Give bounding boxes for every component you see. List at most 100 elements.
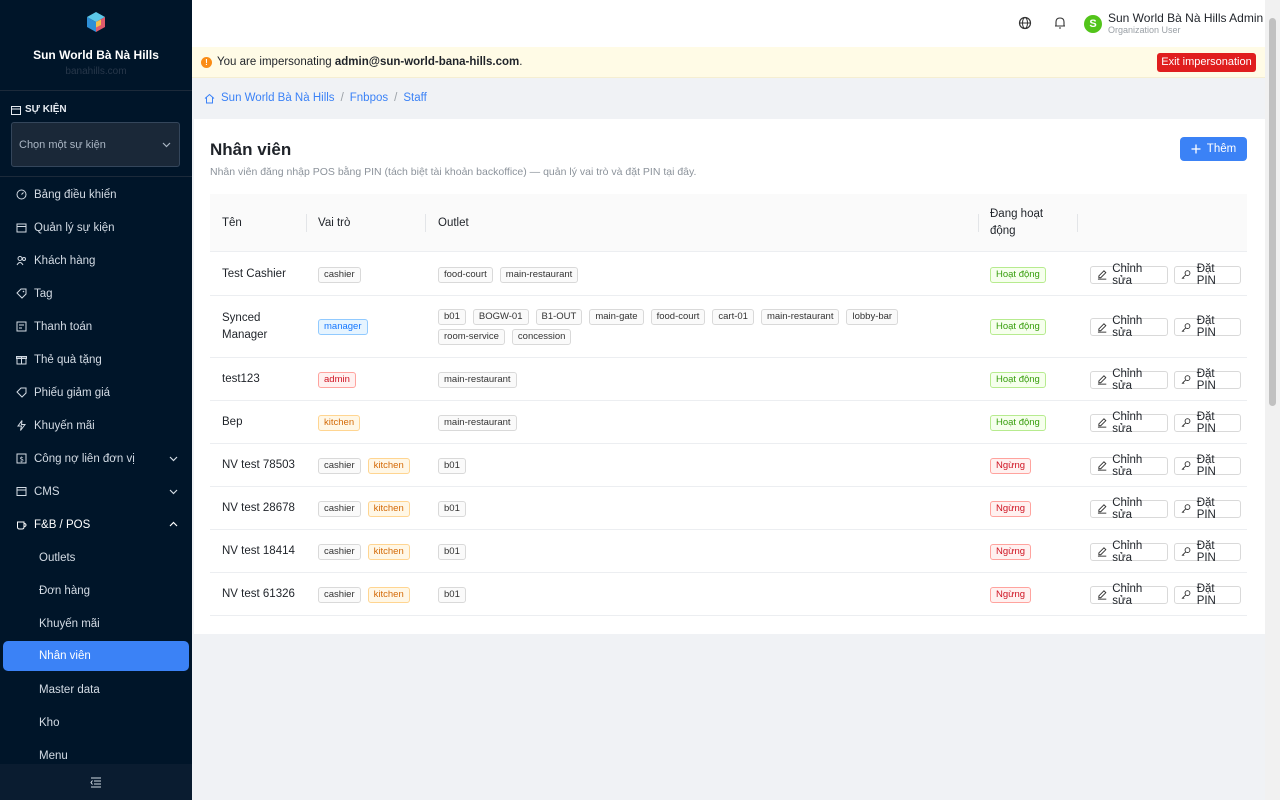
avatar[interactable]: S: [1084, 15, 1102, 33]
edit-button[interactable]: Chỉnh sửa: [1090, 539, 1169, 564]
set-pin-button[interactable]: Đặt PIN: [1174, 368, 1241, 392]
sidebar-item-tag[interactable]: Tag: [0, 277, 192, 310]
set-pin-button[interactable]: Đặt PIN: [1174, 263, 1241, 287]
sidebar-subitem-master-data[interactable]: Master data: [0, 673, 192, 706]
sidebar-item-payment[interactable]: Thanh toán: [0, 310, 192, 343]
column-role: Vai trò: [318, 217, 351, 229]
sidebar-item-label: Quản lý sự kiện: [34, 221, 115, 234]
actions-cell: Chỉnh sửa Đặt PIN: [1090, 358, 1247, 401]
status-cell: Ngừng: [990, 487, 1038, 530]
staff-name: Test Cashier: [222, 253, 286, 296]
coffee-icon: [17, 521, 27, 530]
page-description: Nhân viên đăng nhập POS bằng PIN (tách b…: [210, 166, 697, 178]
edit-button[interactable]: Chỉnh sửa: [1090, 315, 1169, 339]
outlet-tag: b01: [438, 457, 466, 474]
brand-logo-icon: [87, 12, 105, 32]
sidebar-item-label: Thanh toán: [34, 320, 93, 333]
sidebar-item-customers[interactable]: Khách hàng: [0, 244, 192, 277]
outlet-list: b01: [438, 543, 978, 560]
column-name: Tên: [222, 217, 242, 229]
set-pin-button[interactable]: Đặt PIN: [1174, 540, 1241, 564]
sidebar: Sun World Bà Nà Hills banahills.com SỰ K…: [0, 0, 192, 800]
staff-name: NV test 61326: [222, 573, 295, 616]
outlet-cell: b01: [438, 530, 978, 573]
promotion-icon: [17, 420, 26, 431]
breadcrumb-item[interactable]: Fnbpos: [350, 92, 388, 104]
sidebar-item-dashboard[interactable]: Bảng điều khiển: [0, 178, 192, 211]
chevron-down-icon: [169, 456, 178, 462]
edit-button[interactable]: Chỉnh sửa: [1090, 368, 1169, 392]
edit-button[interactable]: Chỉnh sửa: [1090, 497, 1169, 521]
actions-cell: Chỉnh sửa Đặt PIN: [1090, 253, 1247, 296]
chevron-up-icon: [169, 521, 178, 527]
outlet-tag: food-court: [438, 266, 493, 283]
edit-button[interactable]: Chỉnh sửa: [1090, 411, 1169, 435]
status-cell: Hoạt động: [990, 358, 1053, 401]
globe-icon[interactable]: [1018, 16, 1032, 30]
edit-button[interactable]: Chỉnh sửa: [1090, 262, 1169, 287]
edit-label: Chỉnh sửa: [1112, 539, 1143, 564]
set-pin-button[interactable]: Đặt PIN: [1174, 496, 1241, 521]
breadcrumb-item[interactable]: Staff: [403, 92, 426, 104]
outlet-tag: b01: [438, 500, 466, 517]
role-tag: kitchen: [367, 543, 410, 560]
breadcrumb-item[interactable]: Sun World Bà Nà Hills: [221, 92, 335, 104]
set-pin-label: Đặt PIN: [1196, 496, 1216, 521]
key-icon: [1182, 375, 1191, 385]
edit-icon: [1097, 270, 1107, 280]
sidebar-subitem-orders[interactable]: Đơn hàng: [0, 574, 192, 607]
sidebar-subitem-warehouse[interactable]: Kho: [0, 706, 192, 739]
staff-name: NV test 78503: [222, 444, 295, 487]
staff-name-line: Manager: [222, 329, 268, 341]
sidebar-collapse-button[interactable]: [0, 764, 192, 800]
sidebar-subitem-staff[interactable]: Nhân viên: [3, 641, 189, 671]
page-scrollbar[interactable]: [1265, 0, 1280, 800]
set-pin-button[interactable]: Đặt PIN: [1174, 454, 1241, 478]
set-pin-button[interactable]: Đặt PIN: [1174, 583, 1241, 607]
edit-icon: [1097, 590, 1107, 600]
edit-button[interactable]: Chỉnh sửa: [1090, 583, 1169, 607]
column-divider: [1077, 214, 1078, 232]
bell-icon[interactable]: [1054, 16, 1066, 30]
sidebar-item-promotions[interactable]: Khuyến mãi: [0, 409, 192, 442]
outlet-tag: b01: [438, 543, 466, 560]
table-row: NV test 28678 cashier kitchen b01 Ngừng Chỉnh…: [210, 487, 1247, 530]
event-select[interactable]: Chọn một sự kiện: [11, 122, 180, 167]
sidebar-item-label: CMS: [34, 485, 60, 498]
exit-impersonation-button[interactable]: Exit impersonation: [1157, 53, 1256, 72]
sidebar-item-debt[interactable]: $ Công nợ liên đơn vị: [0, 442, 192, 475]
edit-label: Chỉnh sửa: [1112, 315, 1143, 339]
divider: [0, 176, 192, 177]
staff-name-line: NV test 18414: [222, 545, 295, 557]
role-cell: admin: [318, 358, 363, 401]
sidebar-subitem-promotions[interactable]: Khuyến mãi: [0, 607, 192, 640]
actions-cell: Chỉnh sửa Đặt PIN: [1090, 296, 1247, 358]
column-active-line1: Đang hoạt: [990, 208, 1044, 220]
event-section-icon: [11, 105, 21, 115]
user-name[interactable]: Sun World Bà Nà Hills Admin: [1108, 11, 1263, 25]
set-pin-button[interactable]: Đặt PIN: [1174, 315, 1241, 339]
sidebar-item-events[interactable]: Quản lý sự kiện: [0, 211, 192, 244]
scrollbar-thumb[interactable]: [1269, 18, 1276, 406]
calendar-icon: [16, 223, 27, 233]
outlet-list: b01: [438, 457, 978, 474]
set-pin-button[interactable]: Đặt PIN: [1174, 411, 1241, 435]
edit-button[interactable]: Chỉnh sửa: [1090, 454, 1169, 478]
sidebar-item-label: Khuyến mãi: [34, 419, 95, 432]
role-tag: cashier: [318, 500, 361, 517]
cms-icon: [16, 487, 27, 496]
impersonation-message: You are impersonating admin@sun-world-ba…: [217, 56, 522, 68]
sidebar-item-coupons[interactable]: Phiếu giảm giá: [0, 376, 192, 409]
outlet-tag: main-gate: [589, 309, 644, 325]
sidebar-item-gift-cards[interactable]: Thẻ quà tặng: [0, 343, 192, 376]
role-tag: admin: [318, 371, 356, 388]
edit-label: Chỉnh sửa: [1112, 262, 1143, 287]
sidebar-item-cms[interactable]: CMS: [0, 475, 192, 508]
key-icon: [1182, 461, 1191, 471]
sidebar-item-fnb-pos[interactable]: F&B / POS: [0, 508, 192, 541]
actions-cell: Chỉnh sửa Đặt PIN: [1090, 530, 1247, 573]
outlet-tag: b01: [438, 586, 466, 603]
staff-name-line: NV test 78503: [222, 459, 295, 471]
sidebar-subitem-outlets[interactable]: Outlets: [0, 541, 192, 574]
add-staff-button[interactable]: Thêm: [1180, 137, 1247, 161]
